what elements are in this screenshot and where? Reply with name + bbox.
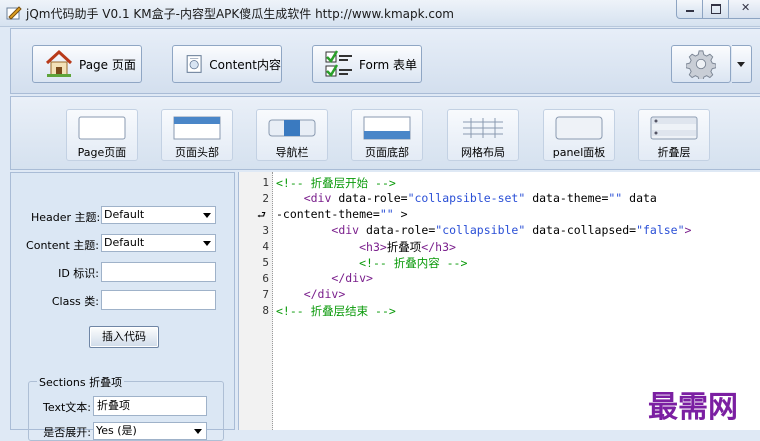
- code-line-2: <div data-role="collapsible-set" data-th…: [303, 191, 657, 205]
- panel-component-icon: [555, 116, 603, 140]
- chevron-down-icon: [737, 62, 745, 67]
- code-line-6: </div>: [331, 271, 373, 285]
- text-input[interactable]: 折叠项: [93, 396, 207, 416]
- minimize-icon: [686, 10, 694, 12]
- component-page-label: Page页面: [77, 146, 127, 159]
- line-number: 8: [262, 304, 269, 317]
- line-number: 4: [262, 240, 269, 253]
- settings-dropdown-button[interactable]: [732, 45, 752, 83]
- id-label: ID 标识:: [58, 267, 99, 280]
- class-input[interactable]: [101, 290, 216, 310]
- maximize-button[interactable]: [702, 0, 730, 19]
- content-theme-value: Default: [104, 236, 145, 249]
- watermark: 最需网: [648, 390, 738, 425]
- line-number: 1: [262, 176, 269, 189]
- id-input[interactable]: [101, 262, 216, 282]
- component-grid-label: 网格布局: [461, 146, 505, 159]
- gear-icon: [686, 50, 716, 79]
- sections-legend: Sections 折叠项: [37, 374, 125, 390]
- text-label: Text文本:: [43, 401, 91, 414]
- line-number: 7: [262, 288, 269, 301]
- page-button-label: Page 页面: [79, 57, 136, 72]
- code-line-8: <!-- 折叠层结束 -->: [276, 304, 396, 318]
- wrap-marker-icon: ⮐: [257, 210, 266, 221]
- line-number: 3: [262, 224, 269, 237]
- collapsible-component-icon: [650, 116, 698, 140]
- footer-component-icon: [363, 116, 411, 140]
- code-line-3: <div data-role="collapsible" data-collap…: [331, 223, 692, 237]
- grid-component-icon: [463, 118, 503, 138]
- minimize-button[interactable]: [676, 0, 704, 19]
- property-panel: Header 主题: Default Content 主题: Default I…: [10, 172, 235, 441]
- chevron-down-icon: [203, 241, 211, 246]
- page-component-icon: [78, 116, 126, 140]
- component-collapsible[interactable]: 折叠层: [638, 109, 710, 161]
- form-button[interactable]: Form 表单: [312, 45, 422, 83]
- window-title: jQm代码助手 V0.1 KM盒子-内容型APK傻瓜生成软件 http://ww…: [26, 7, 454, 21]
- document-icon: [186, 55, 202, 73]
- component-panel-label: panel面板: [552, 146, 606, 159]
- content-button[interactable]: Content内容: [172, 45, 282, 83]
- code-line-2-wrap: -content-theme="" >: [276, 207, 408, 221]
- line-number: 6: [262, 272, 269, 285]
- house-icon: [45, 49, 73, 77]
- expand-select[interactable]: Yes (是): [93, 422, 207, 440]
- header-theme-select[interactable]: Default: [101, 206, 216, 224]
- component-collapsible-label: 折叠层: [657, 146, 691, 159]
- line-number-gutter: 1 2 ⮐ 3 4 5 6 7 8: [239, 172, 273, 430]
- component-page[interactable]: Page页面: [66, 109, 138, 161]
- insert-code-button[interactable]: 插入代码: [89, 326, 159, 348]
- code-line-4: <h3>折叠项</h3>: [359, 240, 456, 254]
- header-component-icon: [173, 116, 221, 140]
- expand-value: Yes (是): [96, 424, 137, 437]
- component-panel[interactable]: panel面板: [543, 109, 615, 161]
- checklist-icon: [325, 50, 352, 78]
- component-navbar-label: 导航栏: [275, 146, 309, 159]
- class-label: Class 类:: [51, 295, 99, 308]
- settings-button[interactable]: [671, 45, 731, 83]
- content-button-label: Content内容: [209, 57, 281, 72]
- header-theme-value: Default: [104, 208, 145, 221]
- navbar-component-icon: [268, 119, 316, 137]
- close-button[interactable]: ✕: [728, 0, 760, 19]
- form-button-label: Form 表单: [359, 57, 418, 72]
- component-toolbar: Page页面 页面头部 导航栏 页面底部 网格布局 panel面板 折叠层: [10, 96, 760, 170]
- main-toolbar: Page 页面 Content内容 Form 表单: [10, 28, 760, 94]
- component-header[interactable]: 页面头部: [161, 109, 233, 161]
- chevron-down-icon: [203, 213, 211, 218]
- code-line-7: </div>: [303, 287, 346, 301]
- component-header-label: 页面头部: [175, 146, 219, 159]
- header-theme-label: Header 主题:: [31, 211, 101, 224]
- component-navbar[interactable]: 导航栏: [256, 109, 328, 161]
- code-line-5: <!-- 折叠内容 -->: [359, 256, 468, 270]
- component-grid[interactable]: 网格布局: [447, 109, 519, 161]
- content-theme-label: Content 主题:: [26, 239, 99, 252]
- maximize-icon: [711, 4, 721, 14]
- app-icon: [6, 6, 22, 20]
- component-footer[interactable]: 页面底部: [351, 109, 423, 161]
- component-footer-label: 页面底部: [365, 146, 409, 159]
- code-line-1: <!-- 折叠层开始 -->: [276, 176, 396, 190]
- line-number: 2: [262, 192, 269, 205]
- page-button[interactable]: Page 页面: [32, 45, 142, 83]
- line-number: 5: [262, 256, 269, 269]
- title-bar: jQm代码助手 V0.1 KM盒子-内容型APK傻瓜生成软件 http://ww…: [0, 0, 760, 27]
- content-theme-select[interactable]: Default: [101, 234, 216, 252]
- expand-label: 是否展开:: [43, 426, 91, 439]
- close-icon: ✕: [741, 1, 751, 14]
- sections-fieldset: Sections 折叠项 Text文本: 折叠项 是否展开: Yes (是): [28, 374, 224, 441]
